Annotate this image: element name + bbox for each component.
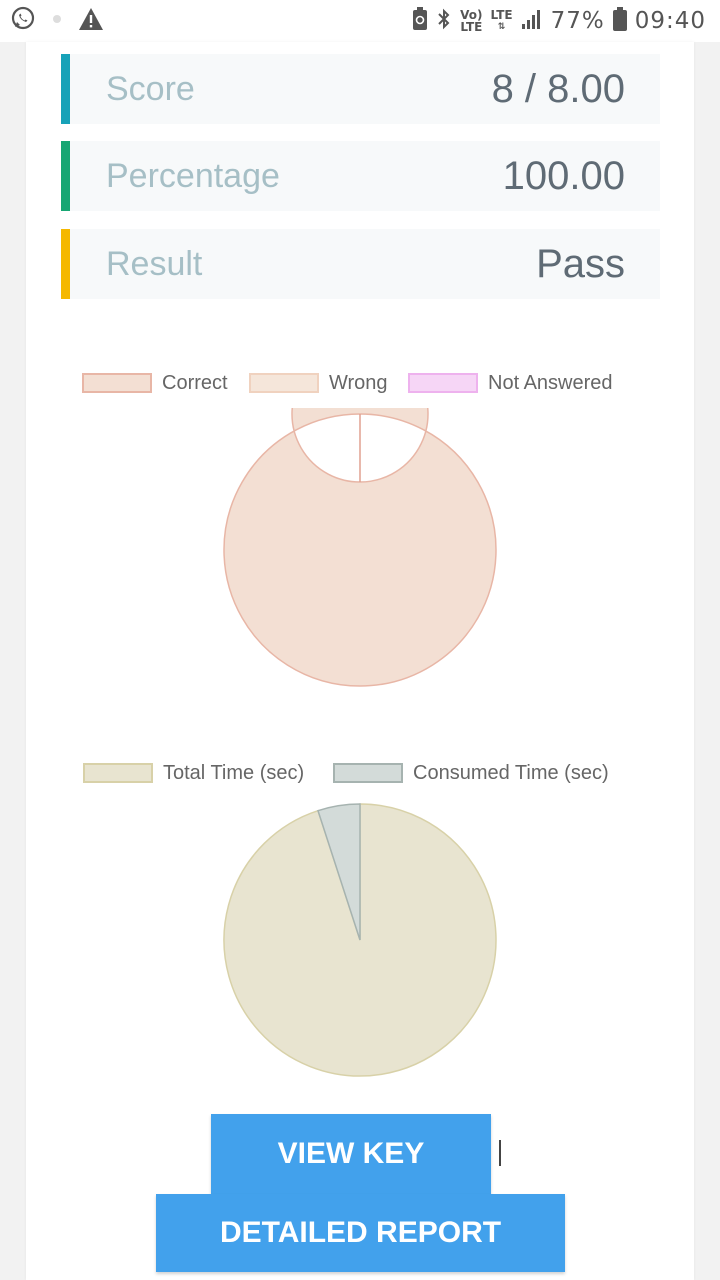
legend-swatch-consumed-time (333, 763, 403, 783)
percentage-label: Percentage (106, 157, 280, 195)
answers-doughnut-chart (223, 408, 497, 687)
volte-indicator: Vo) LTE (460, 8, 483, 34)
bluetooth-icon (436, 7, 452, 36)
answers-legend: Correct Wrong Not Answered (26, 368, 694, 398)
legend-label-correct: Correct (162, 371, 228, 394)
whatsapp-icon (10, 6, 36, 37)
text-cursor (499, 1140, 501, 1166)
clock: 09:40 (634, 8, 706, 34)
legend-label-wrong: Wrong (329, 371, 388, 394)
score-accent-bar (61, 54, 70, 124)
status-bar: Vo) LTE LTE ⇅ 77% 09:40 (0, 0, 720, 42)
percentage-value: 100.00 (502, 154, 625, 198)
warning-icon (78, 7, 104, 36)
legend-swatch-wrong (249, 373, 319, 393)
legend-item-wrong[interactable]: Wrong (249, 368, 388, 398)
view-key-button[interactable]: VIEW KEY (211, 1114, 491, 1194)
legend-swatch-correct (82, 373, 152, 393)
result-value: Pass (536, 242, 625, 286)
result-row: Result Pass (61, 229, 660, 299)
score-value: 8 / 8.00 (491, 67, 625, 111)
legend-swatch-not-answered (408, 373, 478, 393)
battery-percent: 77% (550, 8, 605, 34)
score-row: Score 8 / 8.00 (61, 54, 660, 124)
signal-icon (521, 8, 543, 35)
legend-item-correct[interactable]: Correct (82, 368, 228, 398)
legend-label-not-answered: Not Answered (488, 371, 613, 394)
percentage-accent-bar (61, 141, 70, 211)
legend-item-total-time[interactable]: Total Time (sec) (83, 758, 304, 788)
battery-saver-icon (412, 6, 428, 36)
legend-item-not-answered[interactable]: Not Answered (408, 368, 613, 398)
detailed-report-button[interactable]: DETAILED REPORT (156, 1194, 565, 1272)
percentage-row: Percentage 100.00 (61, 141, 660, 211)
dot-icon (50, 12, 64, 31)
legend-label-total-time: Total Time (sec) (163, 761, 305, 784)
result-label: Result (106, 245, 203, 283)
legend-item-consumed-time[interactable]: Consumed Time (sec) (333, 758, 609, 788)
battery-icon (612, 6, 627, 36)
legend-swatch-total-time (83, 763, 153, 783)
lte-indicator: LTE ⇅ (490, 8, 513, 32)
result-card: Score 8 / 8.00 Percentage 100.00 Result … (26, 42, 694, 1280)
score-label: Score (106, 70, 195, 108)
time-pie-chart (223, 803, 497, 1077)
time-legend: Total Time (sec) Consumed Time (sec) (26, 758, 694, 788)
result-accent-bar (61, 229, 70, 299)
legend-label-consumed-time: Consumed Time (sec) (413, 761, 609, 784)
